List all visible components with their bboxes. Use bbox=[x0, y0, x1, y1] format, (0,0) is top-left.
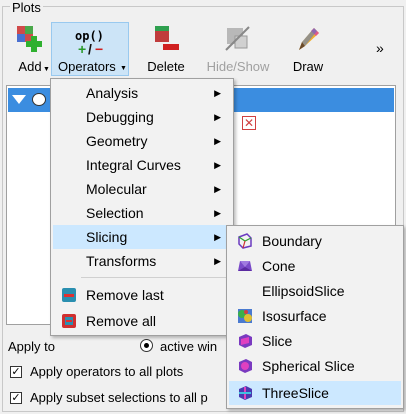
remove-all-icon bbox=[62, 314, 76, 328]
menu-item-slice[interactable]: Slice bbox=[229, 329, 401, 353]
submenu-arrow-icon: ▶ bbox=[214, 256, 221, 266]
draw-button-label: Draw bbox=[292, 59, 324, 74]
menu-item-remove-all[interactable]: Remove all bbox=[53, 309, 231, 333]
submenu-arrow-icon: ▶ bbox=[214, 232, 221, 242]
remove-last-icon bbox=[62, 288, 76, 302]
menu-item-boundary[interactable]: Boundary bbox=[229, 229, 401, 253]
add-dropdown-icon: ▼ bbox=[43, 66, 50, 73]
menu-item-molecular[interactable]: Molecular ▶ bbox=[53, 177, 231, 201]
delete-button-label: Delete bbox=[147, 59, 185, 74]
isosurface-icon bbox=[238, 309, 252, 323]
draw-pencil-icon bbox=[299, 28, 319, 50]
submenu-arrow-icon: ▶ bbox=[214, 208, 221, 218]
operators-button-label: Operators bbox=[58, 59, 116, 74]
menu-item-slicing[interactable]: Slicing ▶ bbox=[53, 225, 231, 249]
menu-item-debugging[interactable]: Debugging ▶ bbox=[53, 105, 231, 129]
cone-icon bbox=[238, 261, 252, 271]
remove-operator-icon[interactable]: ✕ bbox=[242, 116, 256, 130]
apply-subset-checkbox[interactable]: ✓ bbox=[10, 392, 22, 404]
apply-operators-checkbox[interactable]: ✓ bbox=[10, 366, 22, 378]
submenu-arrow-icon: ▶ bbox=[214, 160, 221, 170]
menu-item-analysis[interactable]: Analysis ▶ bbox=[53, 81, 231, 105]
menu-item-remove-last[interactable]: Remove last bbox=[53, 283, 231, 307]
menu-item-selection[interactable]: Selection ▶ bbox=[53, 201, 231, 225]
submenu-arrow-icon: ▶ bbox=[214, 184, 221, 194]
add-plot-icon bbox=[17, 26, 42, 52]
menu-item-cone[interactable]: Cone bbox=[229, 254, 401, 278]
slice-icon bbox=[239, 334, 252, 348]
draw-button[interactable]: Draw bbox=[282, 20, 334, 76]
hide-show-icon bbox=[225, 26, 250, 51]
plot-visibility-icon[interactable] bbox=[32, 93, 46, 106]
hideshow-button[interactable]: Hide/Show bbox=[200, 20, 276, 76]
apply-subset-label: Apply subset selections to all p bbox=[30, 390, 208, 405]
active-window-radio[interactable] bbox=[140, 339, 153, 352]
expand-triangle-icon[interactable] bbox=[12, 95, 26, 104]
menu-item-threeslice[interactable]: ThreeSlice bbox=[229, 381, 401, 405]
operators-dropdown-icon: ▼ bbox=[120, 65, 127, 72]
plot-list-subrow[interactable] bbox=[232, 112, 392, 136]
menu-item-transforms[interactable]: Transforms ▶ bbox=[53, 249, 231, 273]
slicing-submenu: Boundary Cone EllipsoidSlice Isosurface … bbox=[226, 225, 404, 409]
menu-item-geometry[interactable]: Geometry ▶ bbox=[53, 129, 231, 153]
menu-separator bbox=[81, 277, 229, 278]
operators-menu: Analysis ▶ Debugging ▶ Geometry ▶ Integr… bbox=[50, 78, 234, 336]
apply-operators-label: Apply operators to all plots bbox=[30, 364, 184, 379]
spherical-slice-icon bbox=[239, 359, 252, 373]
threeslice-icon bbox=[239, 386, 252, 400]
plus-icon: + bbox=[78, 41, 87, 57]
plots-group-title: Plots bbox=[10, 0, 43, 15]
operators-button[interactable]: op() + / − Operators ▼ bbox=[51, 22, 129, 76]
boundary-icon bbox=[238, 233, 252, 249]
active-window-label: active win bbox=[160, 339, 218, 354]
menu-item-ellipsoidslice[interactable]: EllipsoidSlice bbox=[229, 279, 401, 303]
menu-item-spherical-slice[interactable]: Spherical Slice bbox=[229, 354, 401, 378]
submenu-arrow-icon: ▶ bbox=[214, 112, 221, 122]
toolbar-overflow-button[interactable]: » bbox=[376, 40, 384, 56]
submenu-arrow-icon: ▶ bbox=[214, 88, 221, 98]
hideshow-button-label: Hide/Show bbox=[206, 59, 270, 74]
slash-icon: / bbox=[88, 41, 92, 57]
add-button[interactable]: Add ▼ bbox=[10, 20, 50, 76]
delete-plot-icon bbox=[155, 26, 179, 50]
delete-button[interactable]: Delete bbox=[136, 20, 196, 76]
apply-to-label: Apply to bbox=[8, 339, 55, 354]
menu-item-isosurface[interactable]: Isosurface bbox=[229, 304, 401, 328]
minus-icon: − bbox=[95, 41, 104, 57]
menu-item-integral-curves[interactable]: Integral Curves ▶ bbox=[53, 153, 231, 177]
submenu-arrow-icon: ▶ bbox=[214, 136, 221, 146]
